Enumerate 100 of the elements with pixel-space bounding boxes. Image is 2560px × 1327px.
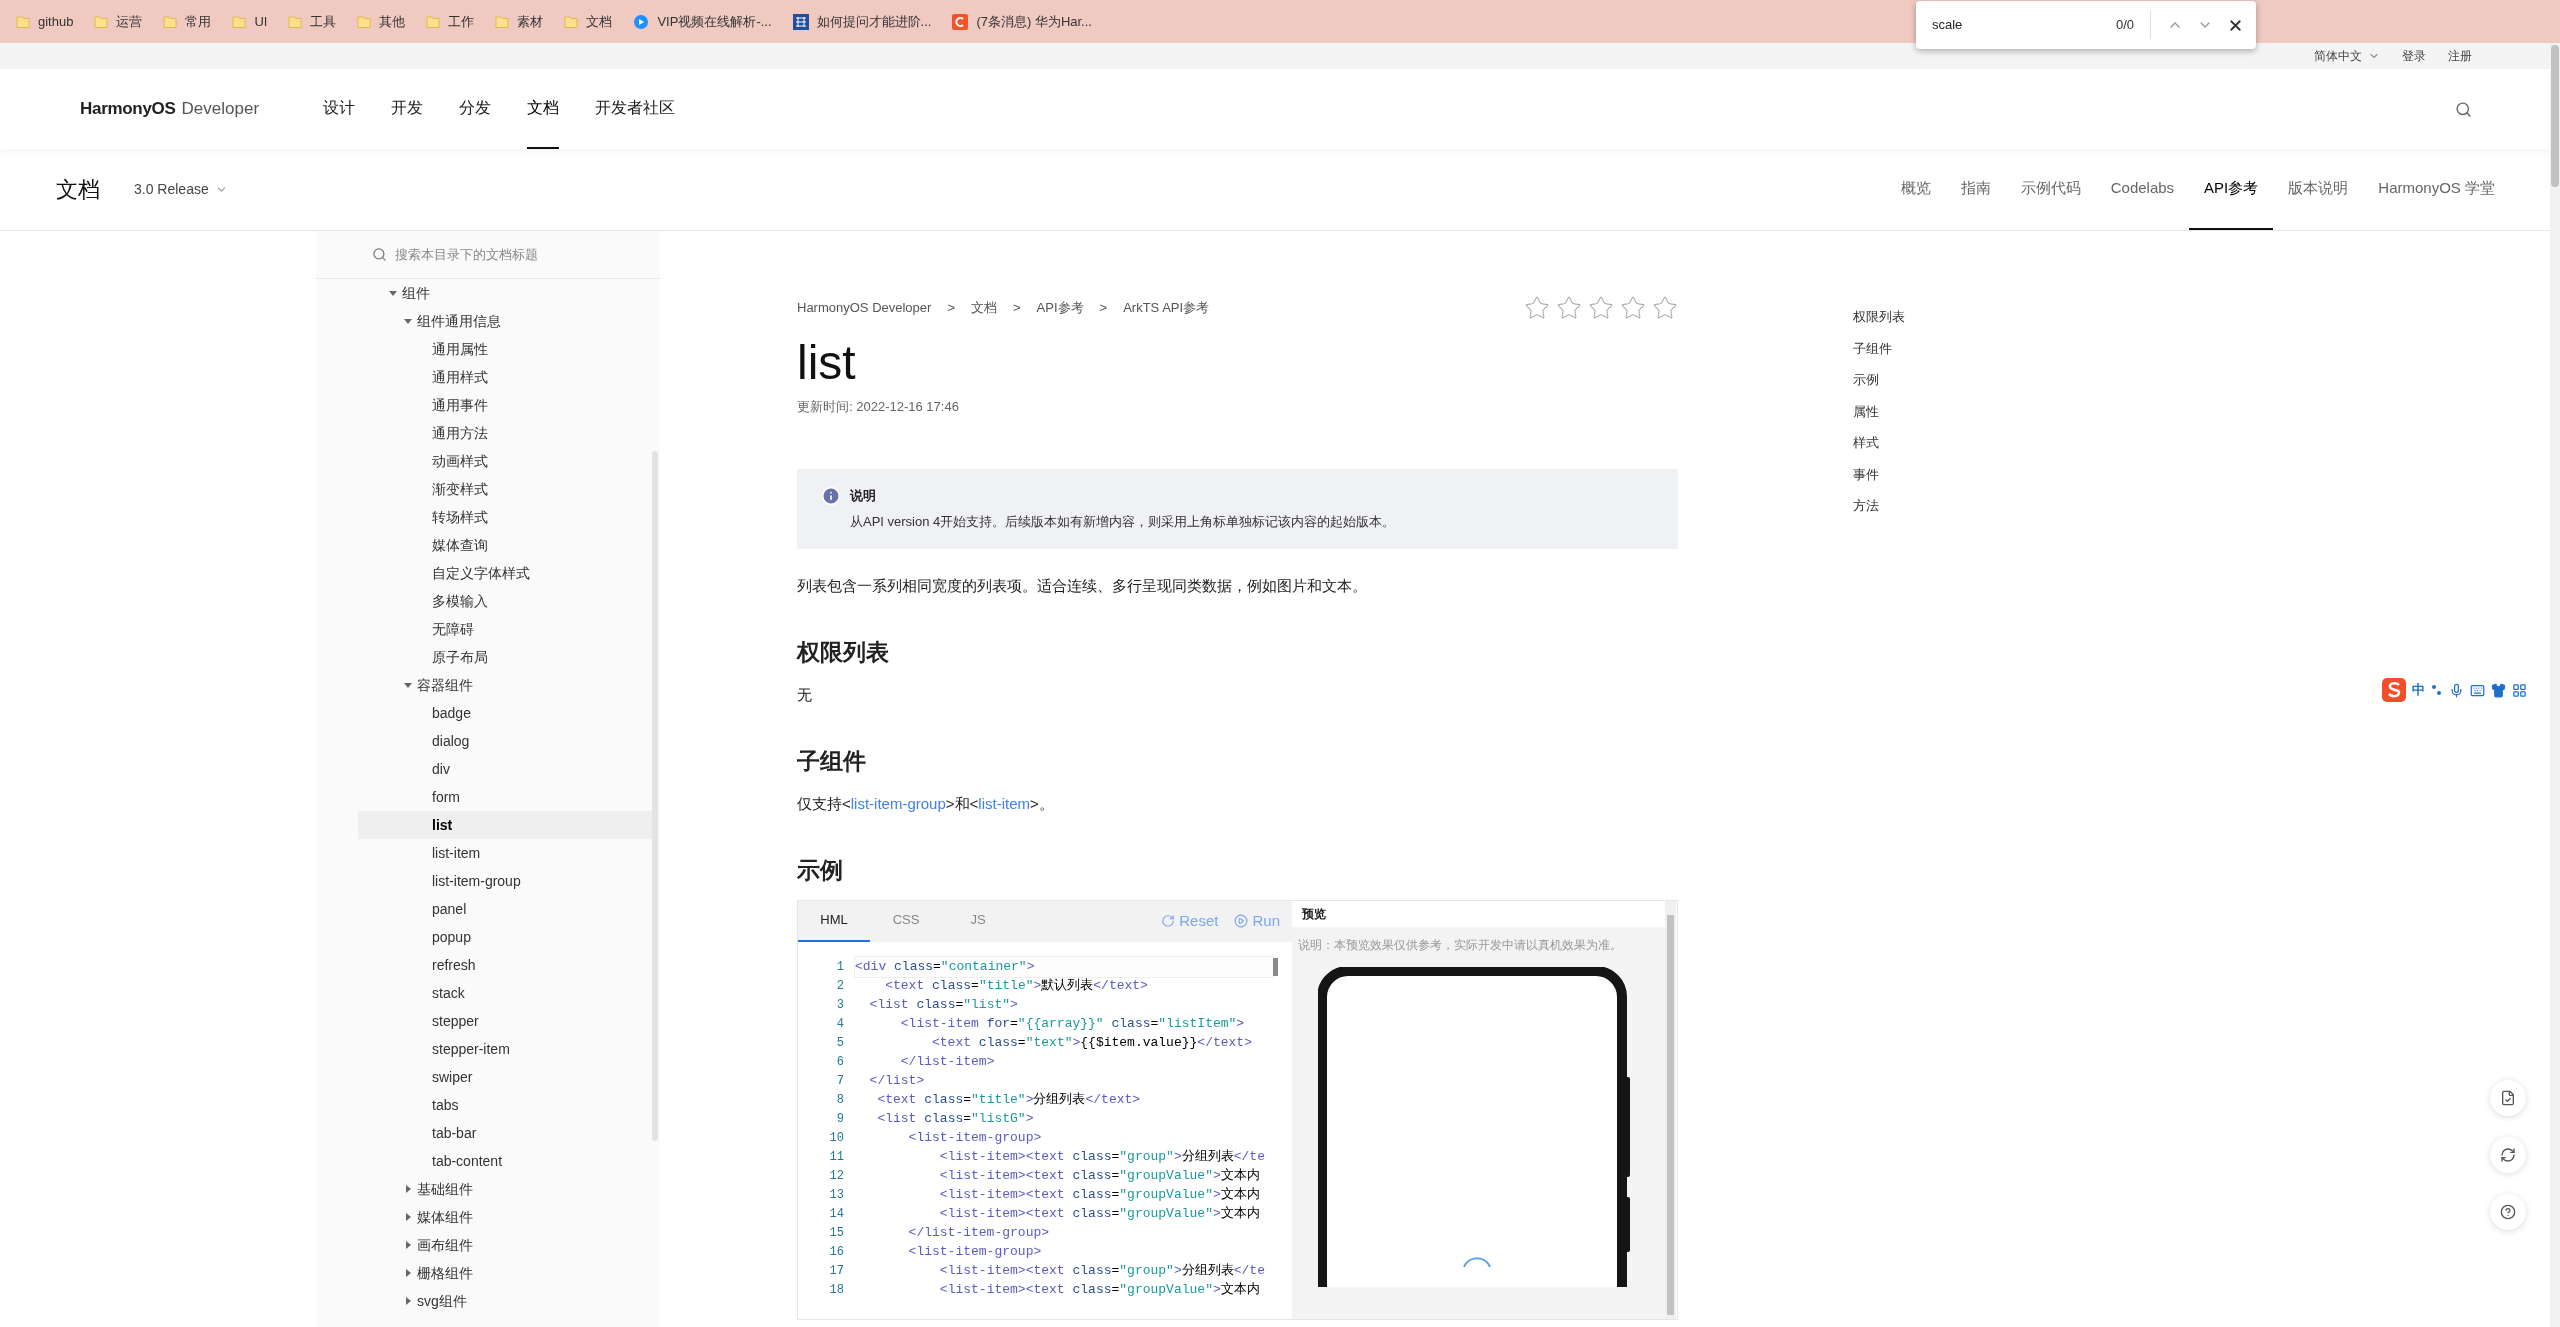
- star-icon[interactable]: [1652, 295, 1678, 321]
- nav-item[interactable]: 分发: [459, 69, 492, 149]
- toc-link[interactable]: 子组件: [1853, 338, 1905, 358]
- star-icon[interactable]: [1556, 295, 1582, 321]
- language-select[interactable]: 简体中文: [2314, 47, 2380, 65]
- keyboard-icon[interactable]: [2470, 682, 2485, 698]
- bookmark[interactable]: 文档: [564, 11, 613, 32]
- grid-icon[interactable]: [2512, 682, 2527, 698]
- doc-tab[interactable]: 概览: [1885, 149, 1946, 230]
- bookmark[interactable]: VIP视频在线解析-...: [633, 11, 772, 32]
- sidebar-search-field[interactable]: 搜索本目录下的文档标题: [316, 231, 660, 279]
- refresh-button[interactable]: [2490, 1137, 2526, 1173]
- s-logo-icon[interactable]: [2382, 678, 2406, 702]
- tree-item[interactable]: svg组件: [358, 1287, 652, 1315]
- tree-item[interactable]: 无障碍: [358, 615, 652, 643]
- bookmark[interactable]: 工具: [288, 11, 337, 32]
- toc-link[interactable]: 属性: [1853, 401, 1905, 421]
- breadcrumb-link[interactable]: 文档: [971, 298, 997, 318]
- tree-item[interactable]: 组件通用信息: [358, 307, 652, 335]
- bookmark[interactable]: 常用: [163, 11, 212, 32]
- tree-item[interactable]: swiper: [358, 1063, 652, 1091]
- tree-item[interactable]: 原子布局: [358, 643, 652, 671]
- tree-item[interactable]: stepper: [358, 1007, 652, 1035]
- doc-tab[interactable]: API参考: [2189, 149, 2274, 230]
- doc-tab[interactable]: 指南: [1945, 149, 2006, 230]
- page-scrollbar[interactable]: [2550, 43, 2560, 1327]
- tree-item[interactable]: 自定义字体样式: [358, 559, 652, 587]
- tree-item[interactable]: 栅格组件: [358, 1259, 652, 1287]
- link[interactable]: list-item: [978, 794, 1030, 812]
- star-icon[interactable]: [1588, 295, 1614, 321]
- nav-item[interactable]: 开发: [391, 69, 424, 149]
- tree-item[interactable]: 动画样式: [358, 447, 652, 475]
- toc-link[interactable]: 示例: [1853, 370, 1905, 390]
- microphone-icon[interactable]: [2449, 682, 2464, 698]
- tree-item[interactable]: 多模输入: [358, 587, 652, 615]
- nav-item[interactable]: 开发者社区: [595, 69, 676, 149]
- shirt-icon[interactable]: [2491, 682, 2506, 698]
- toc-link[interactable]: 方法: [1853, 496, 1905, 516]
- tree-item[interactable]: list-item-group: [358, 867, 652, 895]
- tree-item[interactable]: 通用样式: [358, 363, 652, 391]
- tree-item[interactable]: list-item: [358, 839, 652, 867]
- tree-item[interactable]: 容器组件: [358, 671, 652, 699]
- toc-link[interactable]: 权限列表: [1853, 307, 1905, 327]
- tree-item[interactable]: dialog: [358, 727, 652, 755]
- tree-item[interactable]: 转场样式: [358, 503, 652, 531]
- bookmark[interactable]: UI: [232, 11, 268, 32]
- breadcrumb-link[interactable]: API参考: [1036, 298, 1084, 318]
- tree-item[interactable]: div: [358, 755, 652, 783]
- feedback-button[interactable]: [2490, 1080, 2526, 1116]
- tree-item[interactable]: tab-content: [358, 1147, 652, 1175]
- bookmark[interactable]: 其他: [357, 11, 406, 32]
- rating-stars[interactable]: [1524, 295, 1678, 321]
- doc-tab[interactable]: HarmonyOS 学堂: [2363, 149, 2510, 230]
- toc-link[interactable]: 事件: [1853, 464, 1905, 484]
- login-link[interactable]: 登录: [2402, 47, 2426, 65]
- tree-item[interactable]: 媒体组件: [358, 1203, 652, 1231]
- search-icon[interactable]: [2455, 100, 2472, 118]
- punctuation-icon[interactable]: [2431, 684, 2443, 696]
- toc-link[interactable]: 样式: [1853, 433, 1905, 453]
- preview-scrollbar[interactable]: [1665, 900, 1676, 1319]
- link[interactable]: list-item-group: [850, 794, 946, 812]
- breadcrumb-link[interactable]: HarmonyOS Developer: [797, 298, 932, 318]
- help-button[interactable]: [2490, 1194, 2526, 1230]
- tree-item[interactable]: panel: [358, 895, 652, 923]
- doc-tab[interactable]: 版本说明: [2273, 149, 2364, 230]
- doc-tab[interactable]: 示例代码: [2005, 149, 2096, 230]
- bookmark[interactable]: 运营: [94, 11, 143, 32]
- site-logo[interactable]: HarmonyOS Developer: [80, 96, 260, 122]
- star-icon[interactable]: [1620, 295, 1646, 321]
- tree-item[interactable]: 通用属性: [358, 335, 652, 363]
- tree-item[interactable]: tab-bar: [358, 1119, 652, 1147]
- doc-tab[interactable]: Codelabs: [2095, 149, 2190, 230]
- tree-item[interactable]: 通用事件: [358, 391, 652, 419]
- editor-scrollbar[interactable]: [1273, 957, 1278, 976]
- tree-item[interactable]: 基础组件: [358, 1175, 652, 1203]
- tree-item[interactable]: 渐变样式: [358, 475, 652, 503]
- tree-item[interactable]: 画布组件: [358, 1231, 652, 1259]
- bookmark[interactable]: 素材: [495, 11, 544, 32]
- tree-item[interactable]: stack: [358, 979, 652, 1007]
- tree-item[interactable]: form: [358, 783, 652, 811]
- bookmark[interactable]: (7条消息) 华为Har...: [952, 11, 1092, 32]
- tree-item[interactable]: 通用方法: [358, 419, 652, 447]
- nav-item[interactable]: 设计: [323, 69, 356, 149]
- star-icon[interactable]: [1524, 295, 1550, 321]
- find-field[interactable]: scale: [1932, 15, 2092, 35]
- version-select[interactable]: 3.0 Release: [134, 179, 228, 200]
- tree-item[interactable]: tabs: [358, 1091, 652, 1119]
- bookmark[interactable]: 工作: [426, 11, 475, 32]
- tree-item[interactable]: list: [358, 811, 652, 839]
- register-link[interactable]: 注册: [2448, 47, 2472, 65]
- tree-item[interactable]: 组件: [358, 279, 652, 307]
- breadcrumb-link[interactable]: ArkTS API参考: [1123, 298, 1210, 318]
- tree-item[interactable]: 媒体查询: [358, 531, 652, 559]
- tree-item[interactable]: popup: [358, 923, 652, 951]
- tree-item[interactable]: refresh: [358, 951, 652, 979]
- tree-item[interactable]: stepper-item: [358, 1035, 652, 1063]
- bookmark[interactable]: github: [16, 11, 74, 32]
- bookmark[interactable]: 如何提问才能进阶...: [792, 11, 932, 32]
- tree-item[interactable]: badge: [358, 699, 652, 727]
- input-mode[interactable]: 中: [2412, 680, 2425, 700]
